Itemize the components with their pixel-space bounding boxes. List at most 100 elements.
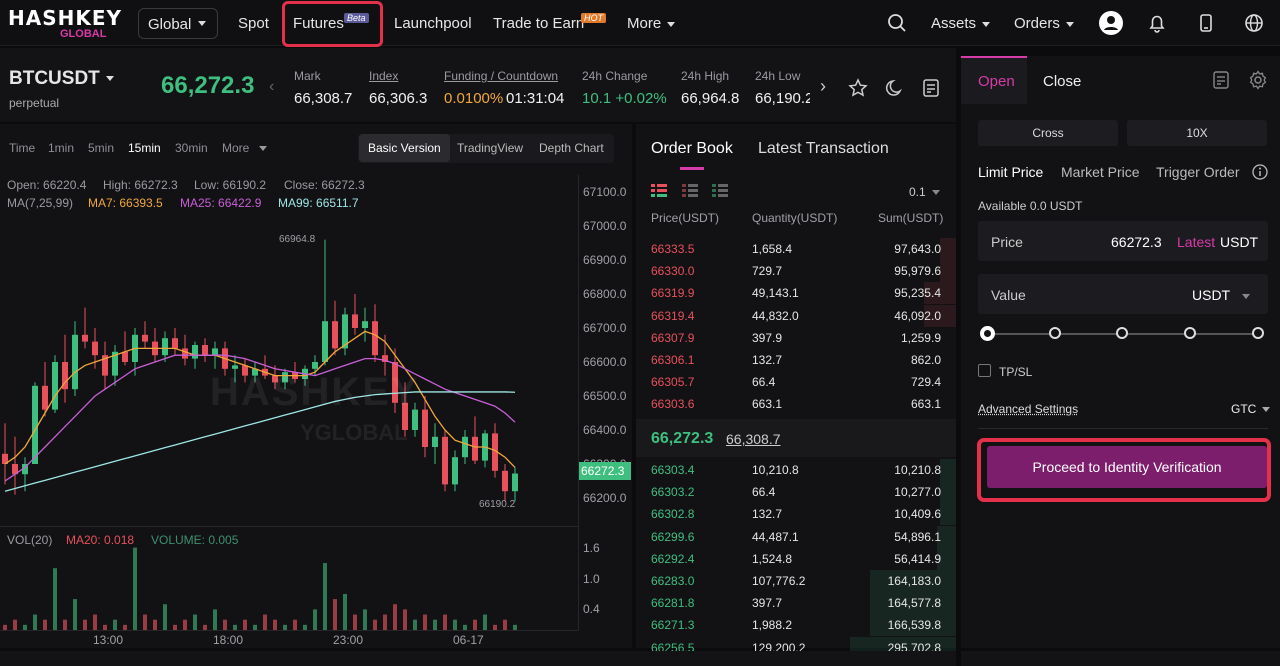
nav-more[interactable]: More	[627, 15, 676, 32]
bid-row[interactable]: 66303.4 10,210.8 10,210.8	[636, 459, 956, 481]
leverage-button[interactable]: 10X	[1127, 120, 1267, 146]
nav-trade-to-earn[interactable]: Trade to Earn	[493, 15, 584, 32]
beta-badge: Beta	[344, 13, 369, 23]
moon-icon[interactable]	[885, 78, 905, 98]
avatar[interactable]	[1099, 11, 1123, 35]
volume-bar	[183, 619, 187, 630]
tf-1min[interactable]: 1min	[48, 141, 74, 155]
nav-spot[interactable]: Spot	[238, 15, 269, 32]
chevron-down-icon	[1065, 21, 1074, 27]
slider-mark-25[interactable]	[1049, 327, 1061, 339]
book-bids-icon[interactable]	[712, 184, 728, 198]
gear-icon[interactable]	[1248, 70, 1268, 90]
volume-bar	[343, 593, 347, 630]
book-quantity: 132.7	[752, 353, 783, 367]
book-asks-icon[interactable]	[682, 184, 698, 198]
bid-row[interactable]: 66292.4 1,524.8 56,414.9	[636, 547, 956, 570]
tab-tradingview[interactable]: TradingView	[457, 141, 523, 155]
mobile-icon[interactable]	[1196, 13, 1216, 33]
ask-row[interactable]: 66306.1 132.7 862.0	[636, 349, 956, 371]
advanced-settings-link[interactable]: Advanced Settings	[978, 402, 1078, 416]
ask-row[interactable]: 66333.5 1,658.4 97,643.0	[636, 238, 956, 260]
bid-row[interactable]: 66302.8 132.7 10,409.6	[636, 503, 956, 526]
book-quantity: 44,487.1	[752, 529, 799, 544]
slider-mark-50[interactable]	[1116, 327, 1128, 339]
bid-row[interactable]: 66271.3 1,988.2 166,539.8	[636, 614, 956, 637]
ask-row[interactable]: 66319.9 49,143.1 95,235.4	[636, 282, 956, 305]
tf-5min[interactable]: 5min	[88, 141, 114, 155]
candle-body	[352, 314, 358, 328]
margin-mode-button[interactable]: Cross	[978, 120, 1118, 146]
ask-row[interactable]: 66319.4 44,832.0 46,092.0	[636, 304, 956, 327]
info-icon[interactable]	[1252, 164, 1268, 180]
tab-latest-transaction[interactable]: Latest Transaction	[758, 140, 889, 158]
candle-body	[142, 334, 148, 342]
index-label[interactable]: Index	[369, 69, 398, 83]
tab-order-book[interactable]: Order Book	[651, 140, 733, 158]
order-type-trigger[interactable]: Trigger Order	[1156, 164, 1240, 180]
chevron-down-icon	[1242, 293, 1251, 299]
funding-label[interactable]: Funding / Countdown	[444, 69, 558, 83]
bid-row[interactable]: 66283.0 107,776.2 164,183.0	[636, 570, 956, 592]
latest-price-button[interactable]: Latest	[1177, 234, 1215, 250]
calculator-icon[interactable]	[1212, 71, 1230, 89]
value-field[interactable]: Value USDT	[978, 274, 1268, 314]
precision-select[interactable]: 0.1	[909, 185, 940, 199]
book-quantity: 66.4	[752, 375, 776, 390]
bid-row[interactable]: 66299.6 44,487.1 54,896.1	[636, 525, 956, 548]
book-quantity: 1,658.4	[752, 242, 793, 256]
book-price: 66303.2	[651, 485, 695, 500]
nav-launchpool[interactable]: Launchpool	[394, 15, 472, 32]
x-tick-label: 18:00	[213, 633, 244, 647]
tab-close[interactable]: Close	[1043, 73, 1081, 90]
chevron-left-icon[interactable]: ‹	[269, 78, 274, 96]
logo[interactable]: HASHKEY GLOBAL	[8, 6, 121, 42]
nav-orders[interactable]: Orders	[1014, 15, 1074, 32]
book-quantity: 132.7	[752, 507, 783, 522]
search-icon[interactable]	[887, 13, 907, 33]
order-type-market[interactable]: Market Price	[1061, 164, 1140, 180]
chevron-right-icon[interactable]: ›	[820, 76, 826, 97]
calculator-icon[interactable]	[921, 78, 941, 98]
tab-open[interactable]: Open	[978, 73, 1015, 90]
region-select[interactable]: Global	[138, 8, 218, 39]
tf-30min[interactable]: 30min	[175, 141, 208, 155]
ask-row[interactable]: 66305.7 66.4 729.4	[636, 371, 956, 393]
chevron-down-icon	[1262, 407, 1271, 413]
book-price: 66302.8	[651, 507, 695, 522]
star-icon[interactable]	[848, 78, 868, 98]
proceed-verification-button[interactable]: Proceed to Identity Verification	[987, 446, 1267, 488]
bell-icon[interactable]	[1147, 13, 1167, 33]
ask-row[interactable]: 66307.9 397.9 1,259.9	[636, 327, 956, 349]
ask-row[interactable]: 66303.6 663.1 663.1	[636, 393, 956, 415]
tab-depth-chart[interactable]: Depth Chart	[539, 141, 604, 155]
price-field[interactable]: Price 66272.3 Latest USDT	[978, 221, 1268, 261]
price-input-value[interactable]: 66272.3	[1111, 234, 1162, 250]
tif-select[interactable]: GTC	[1231, 402, 1271, 416]
tpsl-checkbox[interactable]	[978, 364, 991, 377]
depth-bar	[940, 503, 956, 526]
low-value: 66,190.2	[755, 90, 810, 107]
ask-row[interactable]: 66330.0 729.7 95,979.6	[636, 260, 956, 283]
globe-icon[interactable]	[1244, 13, 1264, 33]
value-unit-select[interactable]: USDT	[1192, 287, 1251, 303]
nav-futures[interactable]: Futures	[293, 15, 344, 32]
candlestick-chart[interactable]	[0, 175, 578, 515]
tab-basic-version[interactable]: Basic Version	[359, 134, 450, 162]
volume-bar	[393, 604, 397, 630]
book-both-icon[interactable]	[651, 184, 667, 198]
logo-text: HASHKEY	[8, 6, 123, 30]
bid-row[interactable]: 66281.8 397.7 164,577.8	[636, 592, 956, 615]
order-type-limit[interactable]: Limit Price	[978, 164, 1043, 180]
bid-row[interactable]: 66303.2 66.4 10,277.0	[636, 481, 956, 504]
nav-assets[interactable]: Assets	[931, 15, 991, 32]
slider-handle[interactable]	[980, 326, 995, 341]
tf-time[interactable]: Time	[9, 141, 35, 155]
region-label: Global	[148, 16, 192, 33]
tf-more[interactable]: More	[222, 141, 268, 155]
mark-label: Mark	[294, 69, 321, 83]
tf-15min[interactable]: 15min	[128, 141, 161, 155]
pair-selector[interactable]: BTCUSDT	[9, 68, 114, 90]
slider-mark-75[interactable]	[1184, 327, 1196, 339]
slider-mark-100[interactable]	[1252, 327, 1264, 339]
